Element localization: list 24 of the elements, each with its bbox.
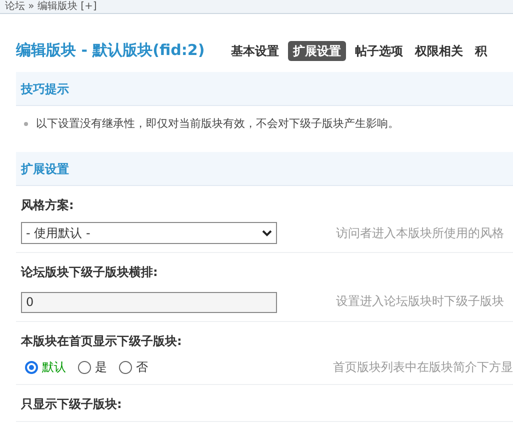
radio-option[interactable]: 是 bbox=[78, 358, 107, 376]
page-title: 编辑版块 - 默认版块(fid:2) bbox=[16, 40, 206, 62]
tab[interactable]: 权限相关 bbox=[412, 40, 466, 60]
setting-label: 风格方案: bbox=[20, 197, 75, 214]
tab[interactable]: 积 bbox=[472, 40, 490, 60]
input-field[interactable]: 0 bbox=[21, 292, 277, 312]
setting-description: 访问者进入本版块所使用的风格 bbox=[336, 225, 504, 242]
tab[interactable]: 帖子选项 bbox=[352, 40, 406, 60]
tab[interactable]: 基本设置 bbox=[228, 40, 282, 60]
setting-label: 本版块在首页显示下级子版块: bbox=[20, 333, 183, 350]
radio-option[interactable]: 否 bbox=[119, 358, 148, 376]
setting-description: 首页版块列表中在版块简介下方显 bbox=[333, 359, 513, 376]
setting-label: 只显示下级子版块: bbox=[20, 396, 123, 413]
section-title: 扩展设置 bbox=[21, 160, 69, 178]
radio-option[interactable]: 默认 bbox=[25, 358, 66, 376]
setting-description: 设置进入论坛版块时下级子版块 bbox=[336, 293, 504, 310]
bullet-icon bbox=[24, 122, 28, 126]
chevron-down-icon bbox=[262, 230, 272, 236]
style-select[interactable]: - 使用默认 - bbox=[21, 222, 277, 244]
section-title: 技巧提示 bbox=[21, 80, 69, 98]
tab[interactable]: 扩展设置 bbox=[288, 40, 346, 60]
tip-text: 以下设置没有继承性，即仅对当前版块有效，不会对下级子版块产生影响。 bbox=[36, 116, 399, 132]
setting-label: 论坛版块下级子版块横排: bbox=[20, 264, 159, 281]
breadcrumb: 论坛 » 编辑版块 [+] bbox=[5, 2, 97, 12]
